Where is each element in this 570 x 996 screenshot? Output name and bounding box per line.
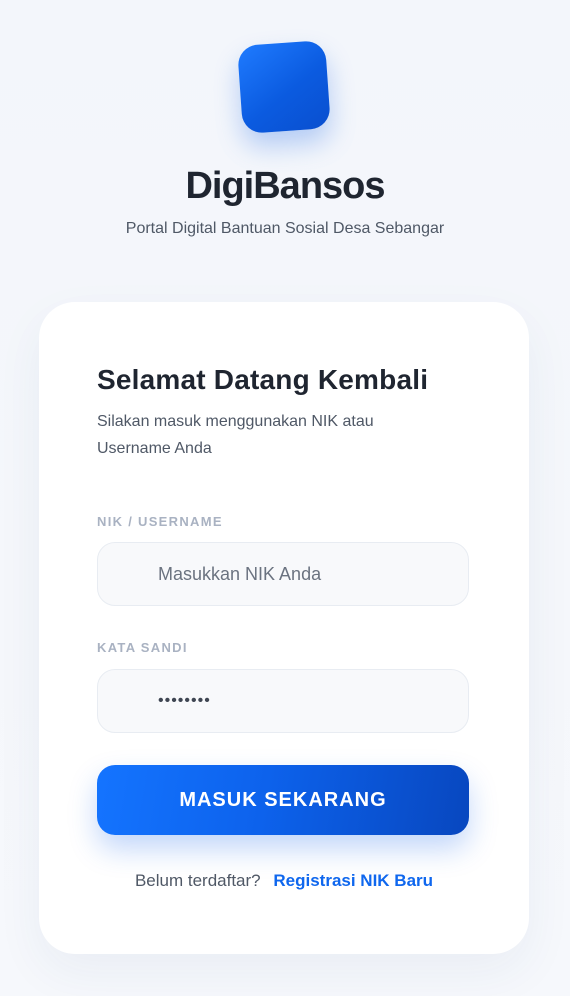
app-title: DigiBansos bbox=[185, 165, 385, 207]
login-description: Silakan masuk menggunakan NIK atau Usern… bbox=[97, 413, 374, 457]
register-prompt: Belum terdaftar? bbox=[134, 871, 261, 890]
login-card: Selamat Datang Kembali Silakan masuk men… bbox=[39, 302, 529, 954]
nik-input[interactable] bbox=[98, 543, 468, 605]
login-heading: Selamat Datang Kembali bbox=[97, 364, 429, 395]
password-field-label: KATA SANDI bbox=[97, 640, 188, 655]
login-submit-button[interactable]: MASUK SEKARANG bbox=[97, 765, 469, 835]
password-field-container bbox=[97, 669, 469, 733]
register-row: Belum terdaftar? Registrasi NIK Baru bbox=[39, 870, 529, 892]
app-logo-icon bbox=[237, 40, 331, 134]
password-input[interactable] bbox=[98, 670, 468, 732]
nik-field-label: NIK / USERNAME bbox=[97, 514, 223, 529]
app-subtitle: Portal Digital Bantuan Sosial Desa Seban… bbox=[125, 220, 445, 237]
register-link[interactable]: Registrasi NIK Baru bbox=[273, 871, 433, 890]
nik-field-container bbox=[97, 542, 469, 606]
